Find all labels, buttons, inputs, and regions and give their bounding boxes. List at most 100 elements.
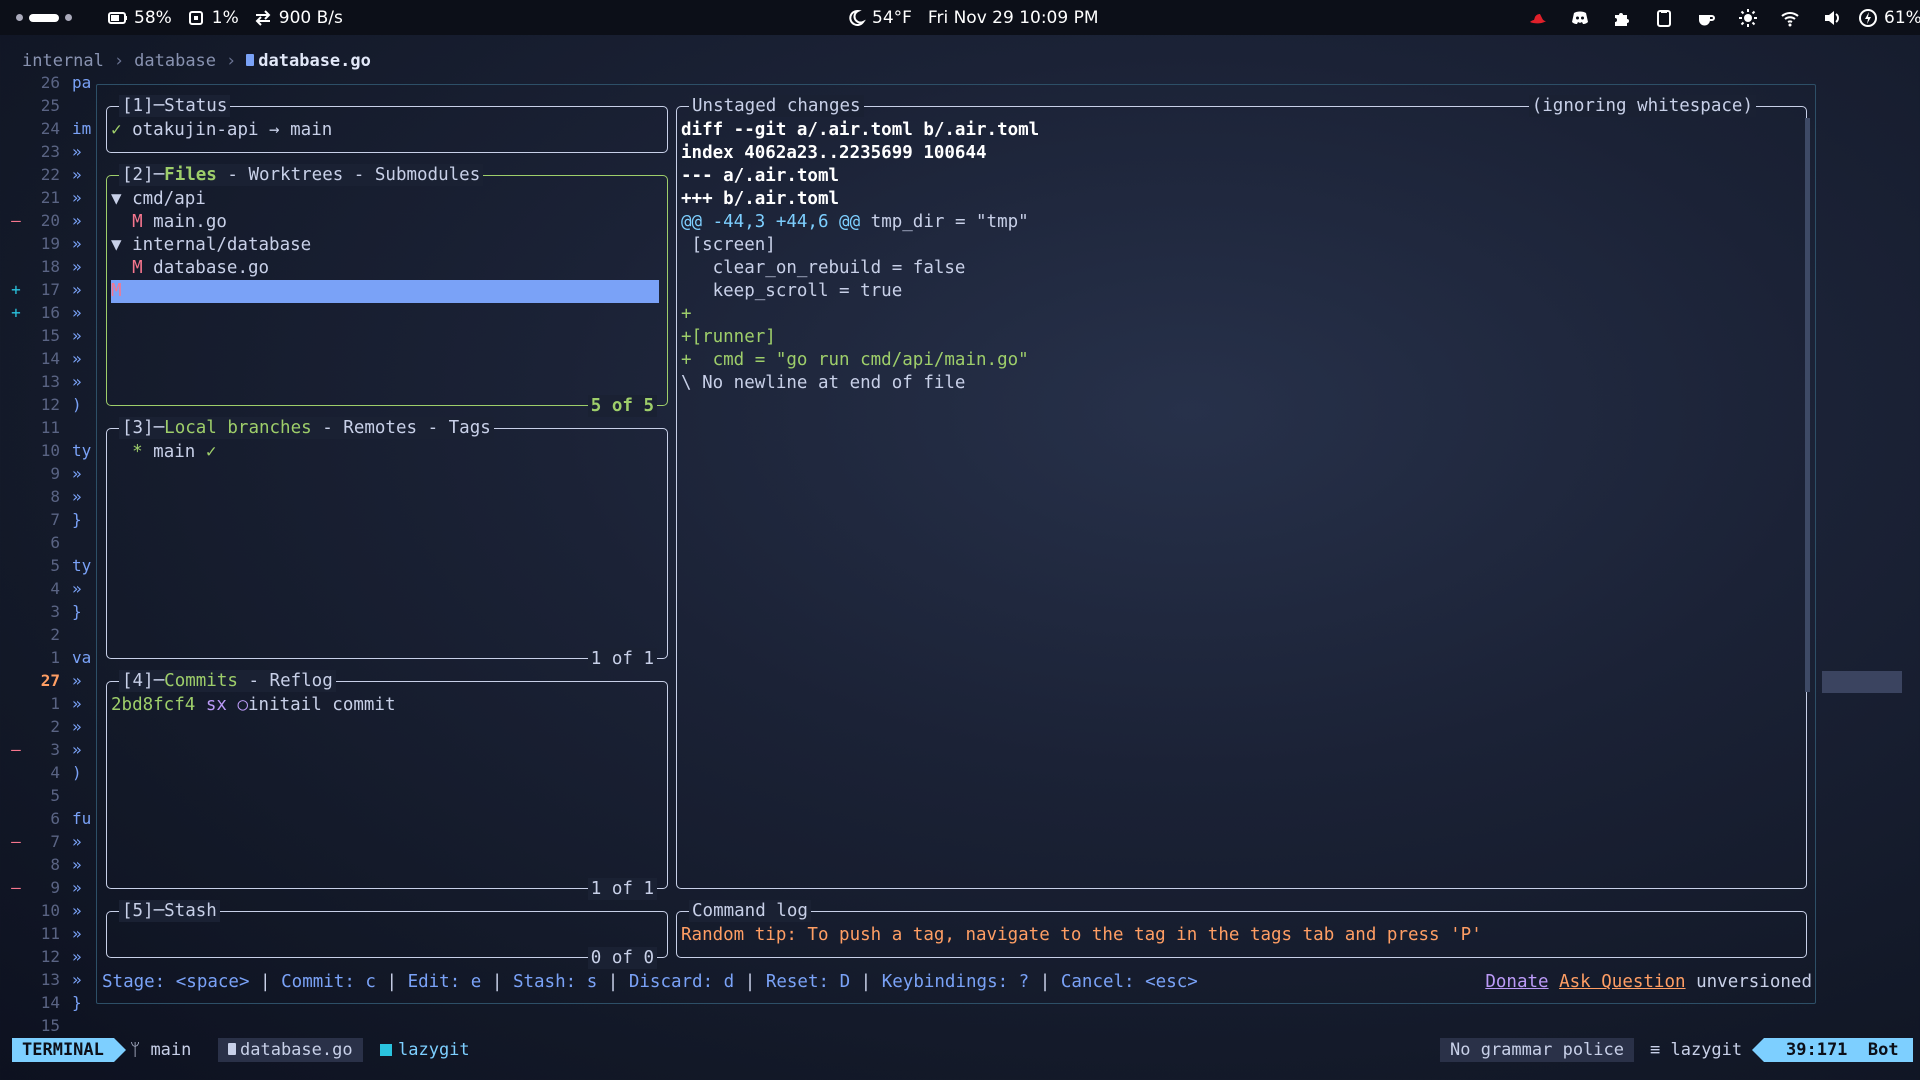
gutter-line[interactable]: 24 im xyxy=(0,119,100,142)
branches-panel-title[interactable]: [3]─Local branches - Remotes - Tags xyxy=(119,417,494,439)
gutter-line[interactable]: 23 » xyxy=(0,142,100,165)
breadcrumb-item[interactable]: database xyxy=(134,51,216,71)
gutter-line[interactable]: 15 » xyxy=(0,326,100,349)
diff-line[interactable]: \ No newline at end of file xyxy=(681,372,965,395)
gutter-line[interactable]: 6 xyxy=(0,533,100,556)
breadcrumb-current[interactable]: database.go xyxy=(246,51,371,71)
gutter-line[interactable]: ― 9» xyxy=(0,878,100,901)
terminal-segment[interactable]: lazygit xyxy=(380,1038,470,1062)
gutter-line[interactable]: 25 xyxy=(0,96,100,119)
gutter-line[interactable]: 6 fu xyxy=(0,809,100,832)
gutter-line[interactable]: 1 va xyxy=(0,648,100,671)
diff-panel[interactable]: Unstaged changes (ignoring whitespace) d… xyxy=(676,95,1807,889)
commits-panel-title[interactable]: [4]─Commits - Reflog xyxy=(119,670,336,692)
file-segment[interactable]: database.go xyxy=(218,1038,363,1062)
diff-line[interactable]: +++ b/.air.toml xyxy=(681,188,839,211)
tab-commits[interactable]: Commits xyxy=(164,671,238,691)
commits-panel[interactable]: [4]─Commits - Reflog 2bd8fcf4 sx ○initai… xyxy=(106,670,668,900)
gutter-line[interactable]: 13 » xyxy=(0,372,100,395)
diff-line[interactable]: index 4062a23..2235699 100644 xyxy=(681,142,987,165)
file-tree-item[interactable]: M main.go xyxy=(111,211,227,234)
gutter-line[interactable]: 14 » xyxy=(0,349,100,372)
diff-line[interactable]: [screen] xyxy=(681,234,776,257)
donate-link[interactable]: Donate xyxy=(1485,972,1548,992)
ask-question-link[interactable]: Ask Question xyxy=(1559,972,1685,992)
tabs-rest[interactable]: - Remotes - Tags xyxy=(312,418,491,438)
gutter-line[interactable]: 5 ty xyxy=(0,556,100,579)
gutter-line[interactable]: 12 » xyxy=(0,947,100,970)
branches-panel[interactable]: [3]─Local branches - Remotes - Tags * ma… xyxy=(106,417,668,670)
gutter-line[interactable]: 12) xyxy=(0,395,100,418)
tabs-rest[interactable]: - Worktrees - Submodules xyxy=(217,165,480,185)
gutter-line[interactable]: 13 » xyxy=(0,970,100,993)
tab-local-branches[interactable]: Local branches xyxy=(164,418,312,438)
gutter-line[interactable]: 27 » xyxy=(0,671,100,694)
file-tree-item[interactable]: M .air.toml xyxy=(111,280,659,303)
gutter-line[interactable]: +17» xyxy=(0,280,100,303)
diff-scrollbar[interactable] xyxy=(1805,118,1810,692)
diff-line[interactable]: diff --git a/.air.toml b/.air.toml xyxy=(681,119,1039,142)
workspace-dot[interactable] xyxy=(65,14,72,21)
commit-row[interactable]: 2bd8fcf4 sx ○initail commit xyxy=(111,694,396,717)
datetime[interactable]: Fri Nov 29 10:09 PM xyxy=(928,8,1099,28)
gutter-line[interactable]: 7} xyxy=(0,510,100,533)
diff-line[interactable]: + xyxy=(681,303,692,326)
hat-icon[interactable] xyxy=(1528,8,1548,28)
diff-line[interactable]: +[runner] xyxy=(681,326,776,349)
gutter-line[interactable]: 8» xyxy=(0,855,100,878)
gutter-line[interactable]: 9» xyxy=(0,464,100,487)
clipboard-icon[interactable] xyxy=(1654,8,1674,28)
gutter-line[interactable]: 1» xyxy=(0,694,100,717)
gutter-line[interactable]: 11 » xyxy=(0,924,100,947)
files-panel-title[interactable]: [2]─Files - Worktrees - Submodules xyxy=(119,164,484,186)
tabs-rest[interactable]: - Reflog xyxy=(238,671,332,691)
files-panel[interactable]: [2]─Files - Worktrees - Submodules ▼ cmd… xyxy=(106,164,668,417)
gutter-line[interactable]: 11 xyxy=(0,418,100,441)
gutter-line[interactable]: 4) xyxy=(0,763,100,786)
diff-line[interactable]: clear_on_rebuild = false xyxy=(681,257,966,280)
gutter-line[interactable]: 22 » xyxy=(0,165,100,188)
wifi-icon[interactable] xyxy=(1780,8,1800,28)
diff-line[interactable]: keep_scroll = true xyxy=(681,280,903,303)
gutter-line[interactable]: ― 7» xyxy=(0,832,100,855)
gutter-line[interactable]: 19 » xyxy=(0,234,100,257)
branch-row[interactable]: * main ✓ xyxy=(111,441,216,464)
battery-right[interactable]: 61% xyxy=(1858,0,1920,35)
file-tree-item[interactable]: ▼ cmd/api xyxy=(111,188,206,211)
gutter-line[interactable]: ― 20» xyxy=(0,211,100,234)
breadcrumb-item[interactable]: internal xyxy=(22,51,104,71)
gutter-line[interactable]: 10 ty xyxy=(0,441,100,464)
file-tree-item[interactable]: ▼ internal/database xyxy=(111,234,311,257)
diff-line[interactable]: @@ -44,3 +44,6 @@ tmp_dir = "tmp" xyxy=(681,211,1029,234)
gutter-line[interactable]: 8» xyxy=(0,487,100,510)
gutter-line[interactable]: +16» xyxy=(0,303,100,326)
clock-area[interactable]: 54°F Fri Nov 29 10:09 PM xyxy=(846,0,1099,35)
stash-panel-title[interactable]: [5]─Stash xyxy=(119,900,220,922)
workspace-dot[interactable] xyxy=(16,14,23,21)
gutter-line[interactable]: 5 xyxy=(0,786,100,809)
gutter-line[interactable]: 2 xyxy=(0,625,100,648)
file-tree-item[interactable]: M database.go xyxy=(111,257,269,280)
gutter-line[interactable]: 14} xyxy=(0,993,100,1016)
puzzle-icon[interactable] xyxy=(1612,8,1632,28)
diff-line[interactable]: + cmd = "go run cmd/api/main.go" xyxy=(681,349,1029,372)
git-branch[interactable]: ᛘ main xyxy=(130,1038,191,1062)
status-panel[interactable]: [1]─Status ✓ otakujin-api → main xyxy=(106,95,668,153)
workspace-active[interactable] xyxy=(29,13,59,22)
gutter-line[interactable]: 10 » xyxy=(0,901,100,924)
volume-icon[interactable] xyxy=(1822,8,1842,28)
gutter-line[interactable]: 4» xyxy=(0,579,100,602)
diff-line[interactable]: --- a/.air.toml xyxy=(681,165,839,188)
discord-icon[interactable] xyxy=(1570,8,1590,28)
gutter-line[interactable]: ― 3» xyxy=(0,740,100,763)
tab-files[interactable]: Files xyxy=(164,165,217,185)
gutter-line[interactable]: 2» xyxy=(0,717,100,740)
gutter-line[interactable]: 18 » xyxy=(0,257,100,280)
stash-panel[interactable]: [5]─Stash 0 of 0 xyxy=(106,900,668,969)
gutter-line[interactable]: 21 » xyxy=(0,188,100,211)
gutter-line[interactable]: 26 pa xyxy=(0,73,100,96)
coffee-icon[interactable] xyxy=(1696,8,1716,28)
gutter-line[interactable]: 3} xyxy=(0,602,100,625)
status-panel-title[interactable]: [1]─Status xyxy=(119,95,231,117)
workspace-indicators[interactable] xyxy=(16,0,72,35)
